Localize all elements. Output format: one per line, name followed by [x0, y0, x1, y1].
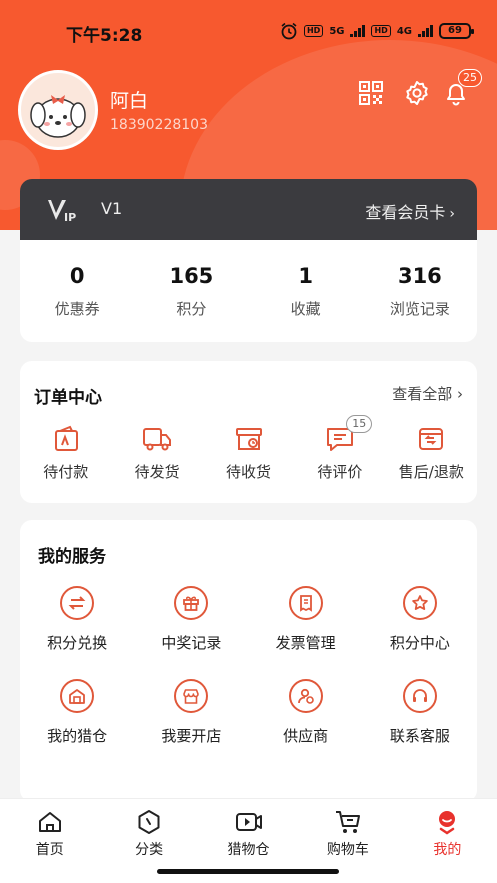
status-time: 下午5:28 — [66, 26, 143, 46]
gift-icon — [174, 586, 209, 620]
status-bar: 下午5:28 HD 5G HD 4G 69 — [0, 0, 497, 60]
order-center-title: 订单中心 — [34, 388, 102, 408]
home-indicator[interactable] — [157, 869, 339, 874]
wallet-icon — [54, 425, 78, 451]
service-prize-records[interactable]: 中奖记录 — [134, 586, 248, 653]
svg-text:IP: IP — [64, 211, 76, 223]
order-label: 待收货 — [226, 463, 272, 481]
hd-badge-2: HD — [371, 25, 391, 37]
signal-icon-2 — [418, 25, 433, 37]
service-label: 积分兑换 — [47, 634, 108, 652]
vip-logo-icon: IP — [48, 200, 76, 223]
view-all-label: 查看全部 — [392, 385, 453, 403]
phone-number: 18390228103 — [110, 117, 208, 133]
order-pending-shipment[interactable]: 待发货 — [111, 425, 202, 482]
service-label: 积分中心 — [389, 634, 450, 652]
refund-icon — [419, 428, 444, 450]
tab-label: 分类 — [135, 842, 164, 858]
order-label: 待付款 — [43, 463, 89, 481]
order-status-row: 待付款 待发货 待收货 15 待评价 售后/退款 — [20, 415, 477, 482]
my-services-card: 我的服务 积分兑换 中奖记录 发票管理 积分中心 我的猎仓 我要开店 供应商 联… — [20, 520, 477, 802]
headset-icon — [402, 679, 437, 713]
order-pending-review[interactable]: 15 待评价 — [294, 415, 385, 482]
order-center-card: 订单中心 查看全部 › 待付款 待发货 待收货 15 待评价 售后/退款 — [20, 361, 477, 503]
order-pending-receipt[interactable]: 待收货 — [203, 425, 294, 482]
cart-icon — [335, 811, 360, 833]
video-icon — [235, 813, 262, 831]
avatar[interactable] — [18, 70, 98, 150]
stat-favorites[interactable]: 1 收藏 — [249, 240, 363, 342]
star-icon — [402, 586, 437, 620]
battery-icon: 69 — [439, 23, 474, 39]
stat-label: 浏览记录 — [389, 300, 450, 318]
shop-icon — [174, 679, 209, 713]
service-label: 发票管理 — [275, 634, 336, 652]
service-my-warehouse[interactable]: 我的猎仓 — [20, 679, 134, 746]
signal-icon-1 — [350, 25, 366, 37]
exchange-icon — [60, 586, 95, 620]
service-supplier[interactable]: 供应商 — [249, 679, 363, 746]
review-count-badge: 15 — [346, 415, 373, 433]
alarm-icon — [281, 22, 297, 40]
gear-icon[interactable] — [404, 80, 430, 106]
service-customer-support[interactable]: 联系客服 — [363, 679, 477, 746]
stat-label: 优惠券 — [54, 300, 100, 318]
notification-badge: 25 — [458, 69, 482, 87]
order-after-sales[interactable]: 售后/退款 — [386, 425, 477, 482]
network-5g: 5G — [329, 25, 345, 37]
stat-value: 165 — [169, 264, 214, 288]
tab-label: 猎物仓 — [227, 842, 270, 858]
network-4g: 4G — [396, 25, 412, 37]
view-all-orders-link[interactable]: 查看全部 › — [392, 383, 463, 404]
stat-history[interactable]: 316 浏览记录 — [363, 240, 477, 342]
supplier-icon — [288, 679, 323, 713]
chevron-right-icon: › — [457, 385, 463, 403]
tab-mine[interactable]: 我的 — [398, 799, 497, 883]
truck-icon — [143, 428, 172, 451]
vip-level: V1 — [101, 199, 123, 218]
service-label: 供应商 — [283, 727, 329, 745]
vip-card[interactable]: IP V1 查看会员卡 › — [20, 179, 477, 241]
category-icon — [138, 810, 160, 834]
stat-value: 1 — [298, 264, 313, 288]
tab-label: 我的 — [433, 842, 462, 858]
stat-label: 收藏 — [290, 300, 321, 318]
stat-value: 316 — [397, 264, 442, 288]
username[interactable]: 阿白 — [110, 86, 148, 113]
stat-value: 0 — [69, 264, 85, 288]
service-label: 中奖记录 — [161, 634, 222, 652]
invoice-icon — [288, 586, 323, 620]
package-icon — [235, 428, 262, 450]
status-icons: HD 5G HD 4G 69 — [280, 22, 474, 40]
dog-avatar-icon — [30, 95, 86, 138]
order-label: 待评价 — [317, 463, 363, 481]
stat-points[interactable]: 165 积分 — [134, 240, 248, 342]
order-label: 售后/退款 — [398, 463, 464, 481]
view-member-card-label: 查看会员卡 — [365, 203, 446, 222]
profile-icon — [439, 811, 456, 835]
view-member-card-link[interactable]: 查看会员卡 › — [365, 199, 455, 223]
stats-card: 0 优惠券 165 积分 1 收藏 316 浏览记录 — [20, 240, 477, 342]
order-pending-payment[interactable]: 待付款 — [20, 425, 111, 482]
services-grid: 积分兑换 中奖记录 发票管理 积分中心 我的猎仓 我要开店 供应商 联系客服 — [20, 586, 477, 746]
order-label: 待发货 — [134, 463, 180, 481]
service-points-exchange[interactable]: 积分兑换 — [20, 586, 134, 653]
qr-code-icon[interactable] — [358, 80, 384, 106]
service-label: 联系客服 — [389, 727, 450, 745]
hd-badge-1: HD — [303, 25, 324, 37]
warehouse-icon — [60, 679, 95, 713]
service-label: 我的猎仓 — [47, 727, 108, 745]
my-services-title: 我的服务 — [38, 547, 106, 567]
home-icon — [38, 812, 61, 832]
service-label: 我要开店 — [161, 727, 222, 745]
chevron-right-icon: › — [449, 206, 455, 222]
stat-label: 积分 — [176, 300, 207, 318]
service-points-center[interactable]: 积分中心 — [363, 586, 477, 653]
tab-label: 首页 — [35, 842, 64, 858]
service-invoice-management[interactable]: 发票管理 — [249, 586, 363, 653]
service-open-shop[interactable]: 我要开店 — [134, 679, 248, 746]
stat-coupons[interactable]: 0 优惠券 — [20, 240, 134, 342]
tab-home[interactable]: 首页 — [0, 799, 99, 883]
tab-label: 购物车 — [326, 842, 369, 858]
